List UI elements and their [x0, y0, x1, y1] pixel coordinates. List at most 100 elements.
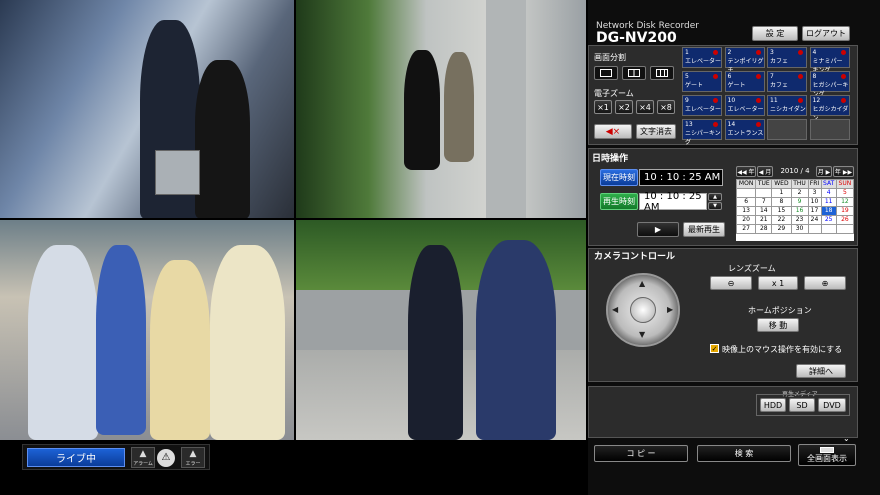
split-4-button[interactable] [622, 66, 646, 80]
live-indicator[interactable]: ライブ中 [27, 448, 125, 467]
zoom-out-button[interactable]: ⊖ [710, 276, 752, 290]
camera-button-12[interactable]: 12ヒガシカイダン [809, 95, 850, 122]
next-month-button[interactable]: 月 ▶ [816, 166, 832, 177]
error-button[interactable]: ▲ エラー [181, 447, 205, 468]
camera-button-3[interactable]: 3 カフェ [767, 47, 807, 68]
latest-playback-button[interactable]: 最新再生 [683, 222, 725, 237]
camera-view-4[interactable] [296, 220, 586, 440]
pan-right-icon[interactable]: ▶ [667, 305, 673, 314]
ptz-pad[interactable]: ▲ ▼ ◀ ▶ [606, 273, 680, 347]
ptz-center-button[interactable] [630, 297, 656, 323]
calendar-date[interactable]: 17 [807, 206, 822, 216]
calendar-date[interactable]: 8 [771, 197, 792, 207]
detail-button[interactable]: 詳細へ [796, 364, 846, 378]
camera-button-4[interactable]: 4ミナミパーキング [809, 47, 850, 74]
calendar-date[interactable]: 29 [771, 224, 792, 234]
calendar-date[interactable]: 5 [835, 188, 855, 198]
camera-button-1[interactable]: 1 エレベーター [682, 47, 722, 68]
alarm-button[interactable]: ▲ アラーム [131, 447, 155, 468]
calendar-date[interactable]: 3 [807, 188, 822, 198]
zoom-x1-button[interactable]: ×1 [594, 100, 612, 114]
current-time-button[interactable]: 現在時刻 [600, 169, 638, 186]
time-up-icon[interactable]: ▲ [708, 193, 722, 201]
calendar-date[interactable]: 26 [835, 215, 855, 225]
text-clear-button[interactable]: 文字消去 [636, 124, 676, 139]
alarm-reset-icon[interactable]: ⚠ [157, 449, 175, 467]
calendar-date[interactable]: 27 [735, 224, 757, 234]
move-home-button[interactable]: 移 動 [757, 318, 799, 332]
calendar-date[interactable]: 11 [820, 197, 837, 207]
zoom-reset-button[interactable]: x 1 [758, 276, 798, 290]
calendar-date[interactable]: 19 [835, 206, 855, 216]
calendar-date[interactable]: 1 [771, 188, 792, 198]
prev-year-button[interactable]: ◀◀ 年 [736, 166, 756, 177]
camera-button-6[interactable]: 6 ゲート [724, 71, 765, 92]
play-button[interactable]: ▶ [637, 222, 679, 237]
calendar-date[interactable]: 7 [755, 197, 773, 207]
calendar-date[interactable]: 22 [771, 215, 792, 225]
camera-button-empty-14[interactable] [767, 119, 807, 140]
camera-button-10[interactable]: 10 エレベーター [724, 95, 765, 116]
calendar-date[interactable]: 14 [755, 206, 773, 216]
pan-up-icon[interactable]: ▲ [639, 279, 645, 288]
split-9-button[interactable] [650, 66, 674, 80]
camera-button-13[interactable]: 13 ニシパーキング [682, 119, 722, 146]
zoom-x2-button[interactable]: ×2 [615, 100, 633, 114]
settings-button[interactable]: 設 定 [752, 26, 798, 41]
calendar-date[interactable]: 13 [735, 206, 757, 216]
camera-button-2[interactable]: 2テンポイリグチ [724, 47, 765, 74]
camera-name: カフェ [770, 58, 789, 65]
playback-time-button[interactable]: 再生時刻 [600, 193, 638, 210]
media-dvd-button[interactable]: DVD [818, 398, 846, 412]
recording-dot-icon [713, 98, 718, 103]
calendar-month: 2010 / 4 [780, 167, 810, 175]
pan-left-icon[interactable]: ◀ [612, 305, 618, 314]
camera-view-2[interactable] [296, 0, 586, 218]
camera-button-7[interactable]: 7 カフェ [767, 71, 807, 92]
calendar-date[interactable]: 25 [820, 215, 837, 225]
mouse-enable-checkbox[interactable]: ✓ [710, 344, 719, 353]
camera-button-5[interactable]: 5 ゲート [682, 71, 722, 92]
search-button[interactable]: 検 索 [697, 445, 791, 462]
copy-button[interactable]: コ ピ ー [594, 445, 688, 462]
calendar-date[interactable]: 24 [807, 215, 822, 225]
pan-down-icon[interactable]: ▼ [639, 330, 645, 339]
speaker-mute-icon: ◀× [605, 126, 621, 137]
zoom-x4-button[interactable]: ×4 [636, 100, 654, 114]
camera-button-11[interactable]: 11 ニシカイダン [767, 95, 807, 116]
camera-button-9[interactable]: 9 エレベーター [682, 95, 722, 116]
time-down-icon[interactable]: ▼ [708, 202, 722, 210]
calendar-date[interactable]: 18 [820, 206, 837, 216]
calendar-date[interactable]: 30 [790, 224, 809, 234]
calendar-date[interactable]: 6 [735, 197, 757, 207]
mute-button[interactable]: ◀× [594, 124, 632, 139]
camera-button-14[interactable]: 14 エントランス [724, 119, 765, 140]
calendar-date[interactable]: 4 [820, 188, 837, 198]
expand-chevron-icon[interactable]: ⌄ [843, 434, 850, 443]
calendar-date[interactable]: 16 [790, 206, 809, 216]
zoom-x8-button[interactable]: ×8 [657, 100, 675, 114]
calendar-date[interactable]: 2 [790, 188, 809, 198]
camera-view-3[interactable] [0, 220, 294, 440]
calendar-date[interactable]: 9 [790, 197, 809, 207]
calendar-date[interactable]: 21 [755, 215, 773, 225]
logout-button[interactable]: ログアウト [802, 26, 850, 41]
camera-view-1[interactable] [0, 0, 294, 218]
next-year-button[interactable]: 年 ▶▶ [833, 166, 854, 177]
split-1-button[interactable] [594, 66, 618, 80]
media-hdd-button[interactable]: HDD [760, 398, 786, 412]
fullscreen-button[interactable]: 全画面表示 [798, 444, 856, 466]
calendar-date[interactable]: 12 [835, 197, 855, 207]
prev-month-button[interactable]: ◀ 月 [757, 166, 773, 177]
camera-button-empty-15[interactable] [809, 119, 850, 140]
calendar-date[interactable]: 10 [807, 197, 822, 207]
zoom-in-button[interactable]: ⊕ [804, 276, 846, 290]
calendar-date[interactable]: 15 [771, 206, 792, 216]
calendar-date[interactable]: 20 [735, 215, 757, 225]
nine-view-icon [656, 69, 668, 77]
camera-button-8[interactable]: 8ヒガシパーキング [809, 71, 850, 98]
media-sd-button[interactable]: SD [789, 398, 815, 412]
calendar-date[interactable]: 28 [755, 224, 773, 234]
calendar-date[interactable]: 23 [790, 215, 809, 225]
playback-time-input[interactable]: 10 : 10 : 25 AM [639, 191, 707, 213]
